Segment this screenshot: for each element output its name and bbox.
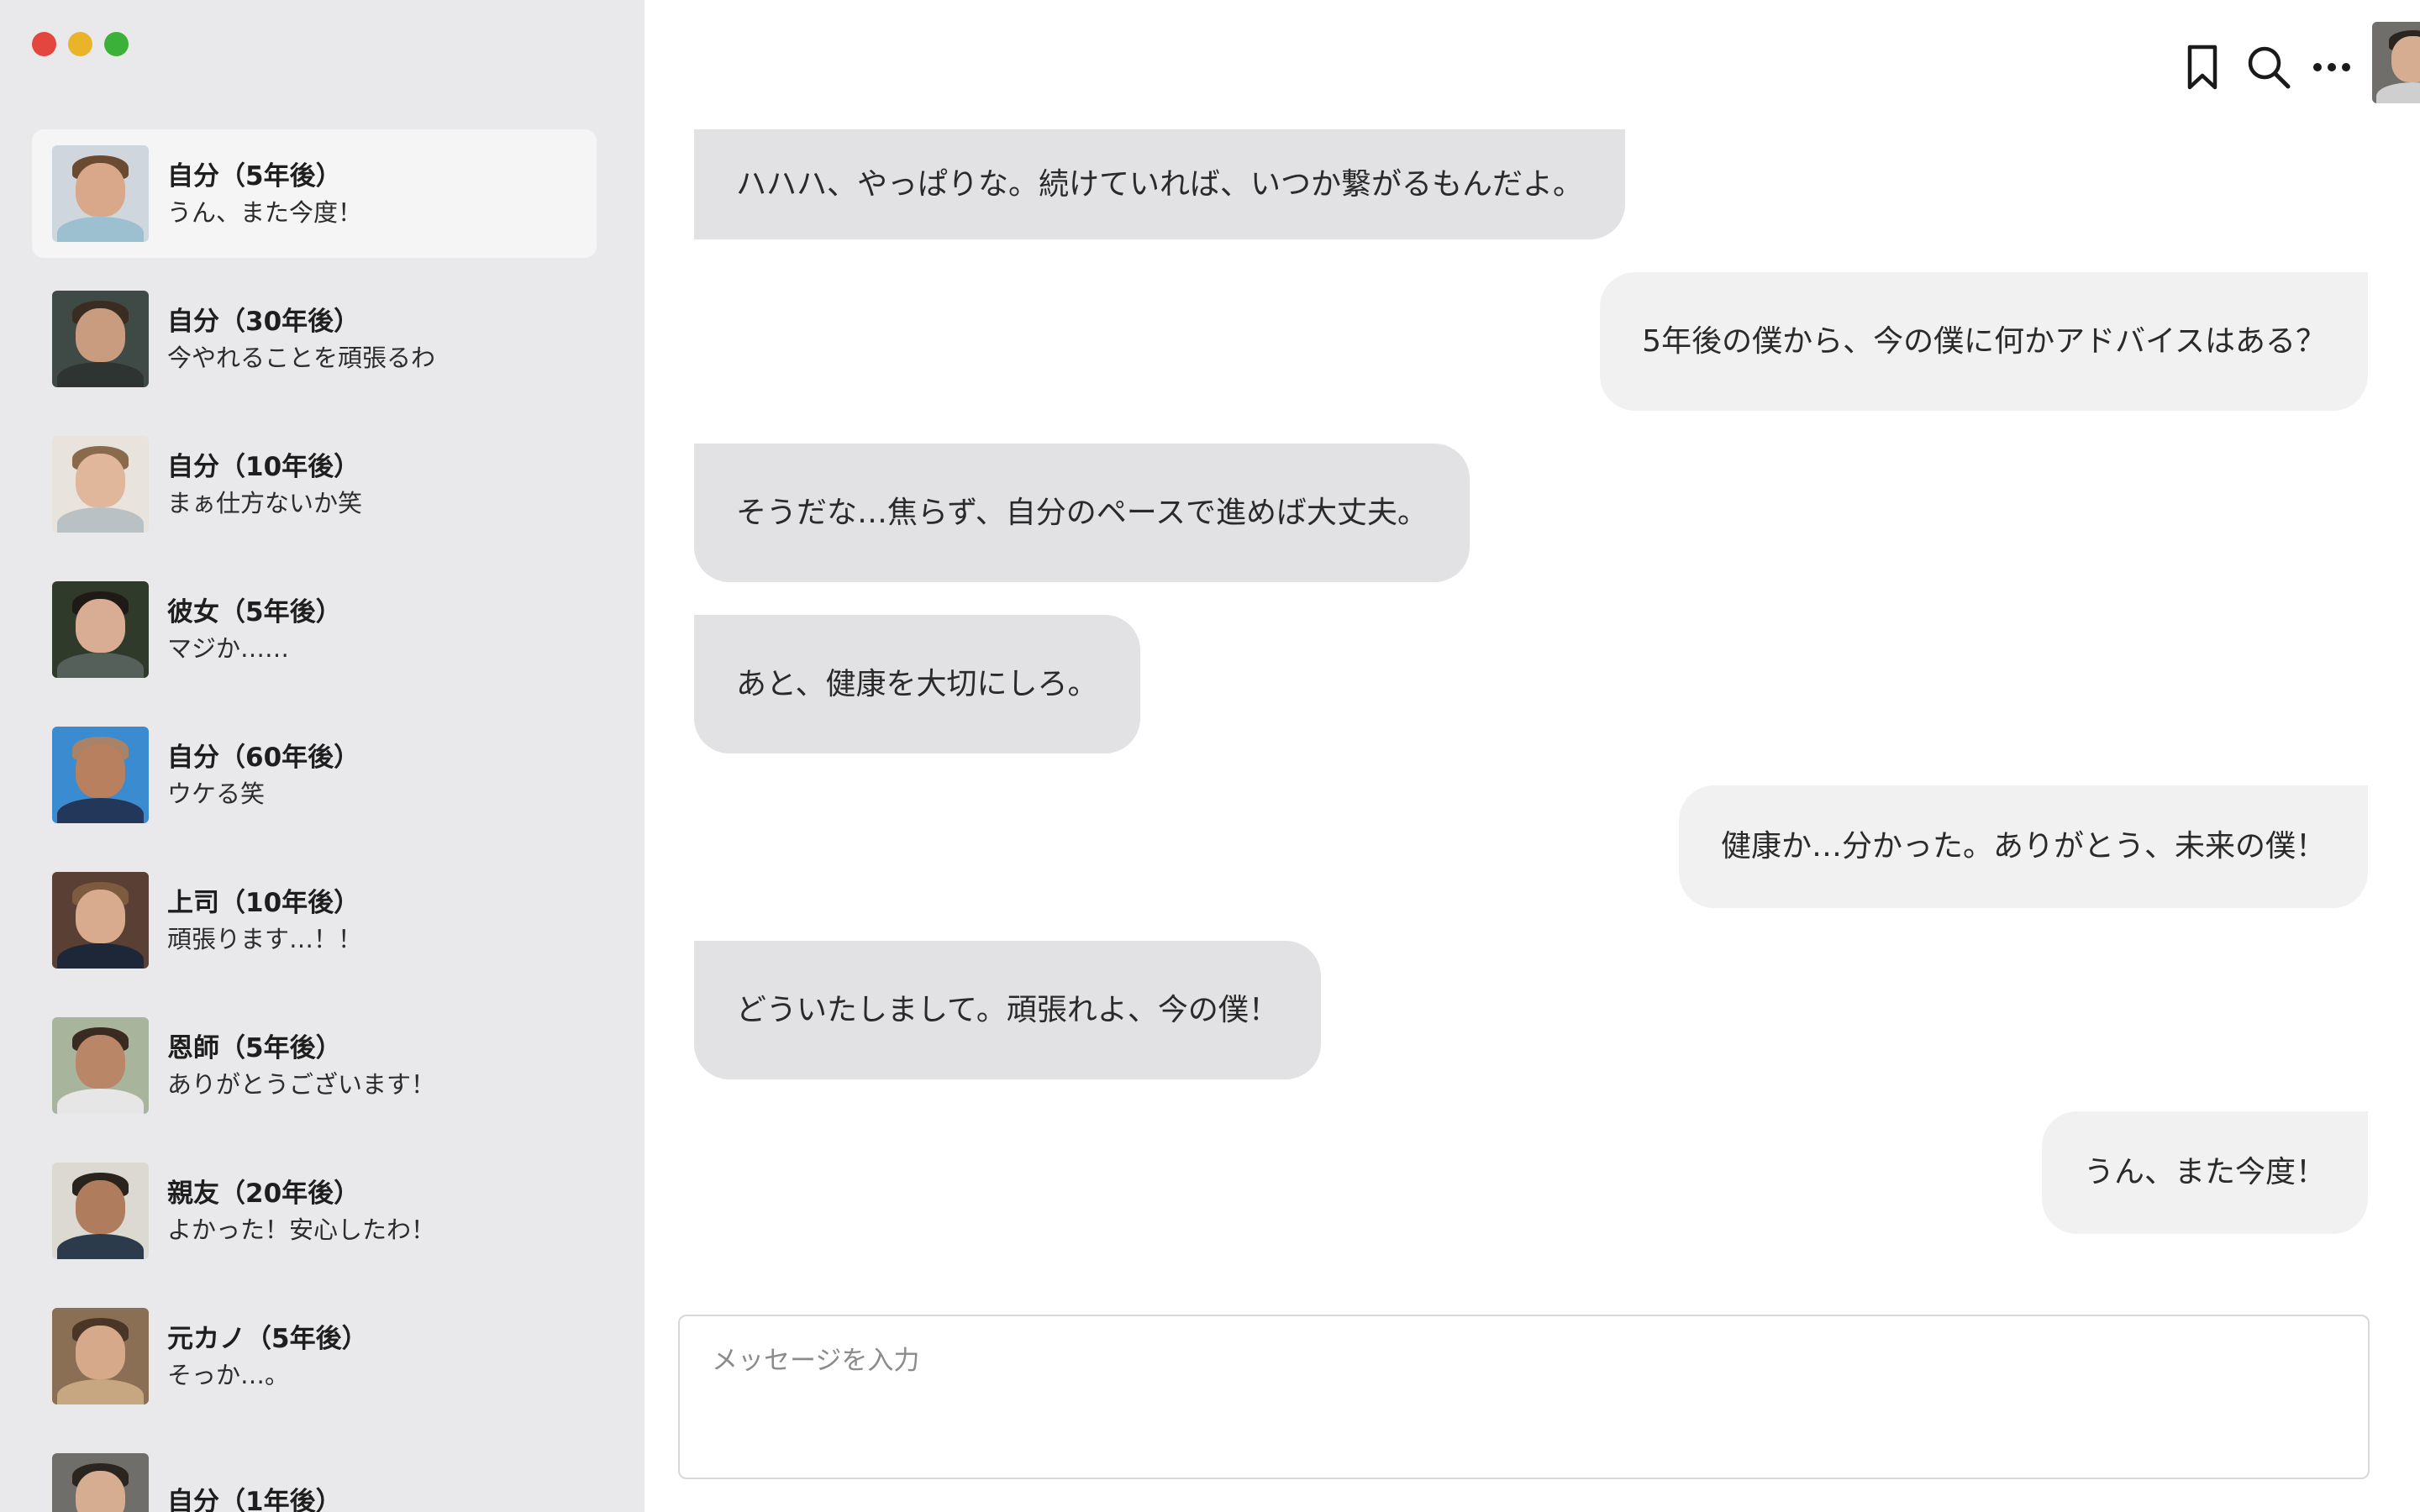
avatar xyxy=(52,1017,149,1114)
avatar xyxy=(52,1308,149,1404)
zoom-window-button[interactable] xyxy=(104,32,129,56)
conversation-name: 元カノ（5年後） xyxy=(167,1323,368,1354)
conversation-preview: 今やれることを頑張るわ xyxy=(167,343,436,372)
conversation-name: 自分（10年後） xyxy=(167,451,360,482)
incoming-message: ハハハ、やっぱりな。続けていれば、いつか繋がるもんだよ。 xyxy=(694,129,1626,239)
conversation-item[interactable]: 彼女（5年後） マジか…… xyxy=(32,565,597,694)
avatar xyxy=(52,291,149,387)
conversation-item[interactable]: 元カノ（5年後） そっか…。 xyxy=(32,1292,597,1420)
avatar xyxy=(52,1163,149,1259)
conversation-item[interactable]: 自分（60年後） ウケる笑 xyxy=(32,711,597,839)
conversation-preview: 頑張ります…！！ xyxy=(167,924,363,953)
message-input[interactable] xyxy=(680,1331,2368,1390)
outgoing-message: 健康か…分かった。ありがとう、未来の僕！ xyxy=(1678,785,2368,908)
conversation-item[interactable]: 自分（10年後） まぁ仕方ないか笑 xyxy=(32,420,597,549)
conversation-item[interactable]: 恩師（5年後） ありがとうございます！ xyxy=(32,1001,597,1130)
conversation-preview: ありがとうございます！ xyxy=(167,1069,436,1099)
more-icon[interactable] xyxy=(2311,44,2353,91)
conversation-preview: よかった！安心したわ！ xyxy=(167,1215,436,1244)
profile-avatar[interactable] xyxy=(2372,22,2420,103)
conversation-name: 自分（1年後） xyxy=(167,1486,342,1512)
incoming-message: そうだな…焦らず、自分のペースで進めば大丈夫。 xyxy=(694,444,1470,582)
message-thread: ハハハ、やっぱりな。続けていれば、いつか繋がるもんだよ。 5年後の僕から、今の僕… xyxy=(644,0,2420,1277)
conversation-name: 自分（60年後） xyxy=(167,742,360,773)
avatar xyxy=(52,1453,149,1512)
close-window-button[interactable] xyxy=(32,32,56,56)
conversation-preview: そっか…。 xyxy=(167,1360,290,1389)
conversation-item[interactable]: 自分（1年後） xyxy=(32,1437,597,1512)
conversation-name: 親友（20年後） xyxy=(167,1178,360,1209)
conversation-name: 恩師（5年後） xyxy=(167,1032,342,1063)
outgoing-message: 5年後の僕から、今の僕に何かアドバイスはある？ xyxy=(1600,272,2368,411)
conversation-name: 上司（10年後） xyxy=(167,887,360,918)
message-composer[interactable] xyxy=(678,1315,2370,1479)
conversation-item[interactable]: 親友（20年後） よかった！安心したわ！ xyxy=(32,1147,597,1275)
avatar xyxy=(52,727,149,823)
search-icon[interactable] xyxy=(2245,44,2291,91)
conversation-preview: まぁ仕方ないか笑 xyxy=(167,488,363,517)
chat-main: ハハハ、やっぱりな。続けていれば、いつか繋がるもんだよ。 5年後の僕から、今の僕… xyxy=(644,0,2420,1512)
conversation-name: 自分（5年後） xyxy=(167,160,342,192)
conversation-preview: うん、また今度！ xyxy=(167,197,363,227)
conversation-preview: ウケる笑 xyxy=(167,779,266,808)
conversation-item[interactable]: 自分（30年後） 今やれることを頑張るわ xyxy=(32,275,597,403)
conversation-item[interactable]: 上司（10年後） 頑張ります…！！ xyxy=(32,856,597,984)
outgoing-message: うん、また今度！ xyxy=(2041,1111,2368,1234)
window-controls xyxy=(32,32,129,56)
conversation-name: 彼女（5年後） xyxy=(167,596,342,627)
incoming-message: あと、健康を大切にしろ。 xyxy=(694,615,1140,753)
conversation-list: 自分（5年後） うん、また今度！ 自分（30年後） 今やれることを頑張るわ 自分… xyxy=(32,129,597,1512)
avatar xyxy=(52,145,149,242)
avatar xyxy=(52,872,149,969)
avatar xyxy=(52,581,149,678)
bookmark-icon[interactable] xyxy=(2181,44,2223,91)
incoming-message: どういたしまして。頑張れよ、今の僕！ xyxy=(694,941,1321,1079)
sidebar: 自分（5年後） うん、また今度！ 自分（30年後） 今やれることを頑張るわ 自分… xyxy=(0,0,644,1512)
conversation-name: 自分（30年後） xyxy=(167,306,360,337)
avatar xyxy=(52,436,149,533)
conversation-item[interactable]: 自分（5年後） うん、また今度！ xyxy=(32,129,597,258)
minimize-window-button[interactable] xyxy=(68,32,92,56)
chat-toolbar xyxy=(2084,22,2420,106)
conversation-preview: マジか…… xyxy=(167,633,290,663)
